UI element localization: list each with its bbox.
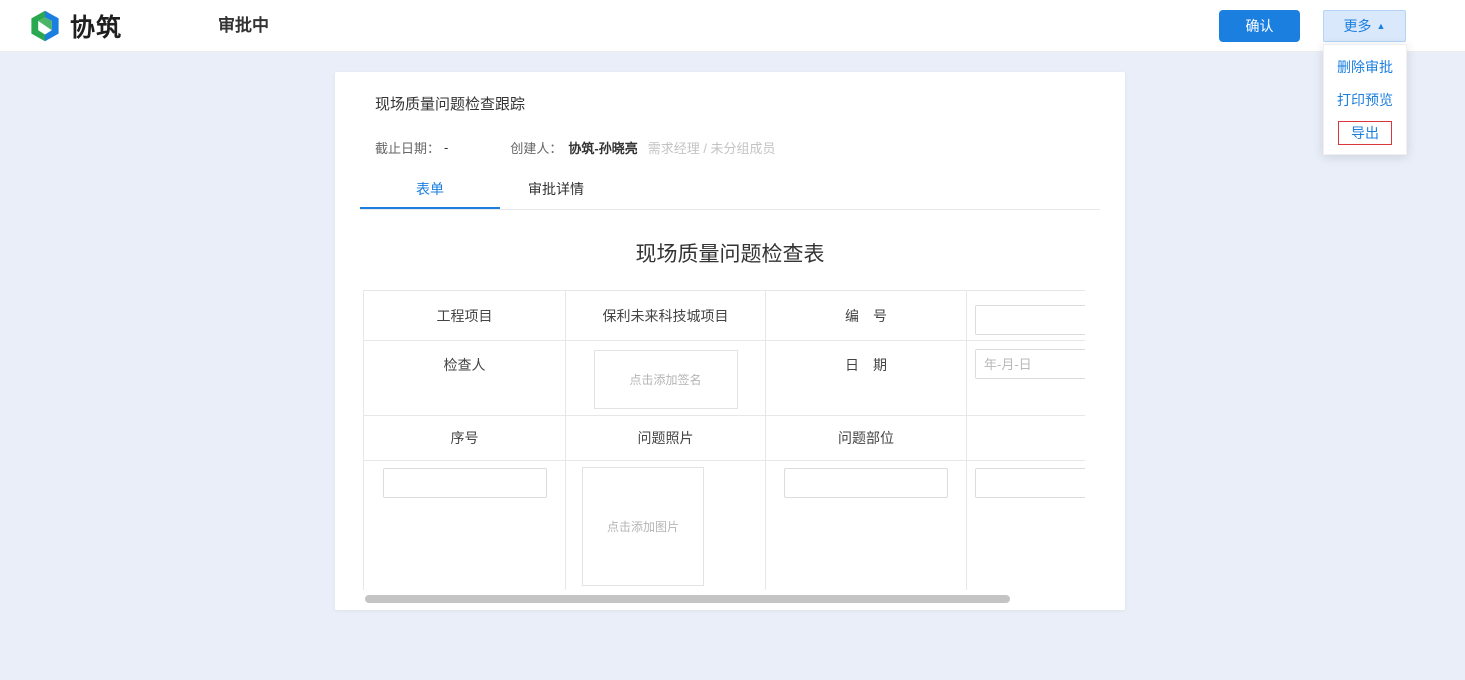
table-row: 点击添加图片 (364, 461, 1086, 591)
tab-approval-details[interactable]: 审批详情 (500, 172, 612, 209)
horizontal-scrollbar-thumb[interactable] (365, 595, 1010, 603)
creator-tags: 需求经理 / 未分组成员 (648, 138, 776, 157)
form-title: 现场质量问题检查表 (335, 238, 1125, 268)
caret-up-icon: ▲ (1377, 22, 1386, 31)
description-column-header: 问题描述 (967, 416, 1086, 461)
creator-group: 创建人： 协筑-孙晓亮 需求经理 / 未分组成员 (510, 138, 775, 157)
table-header-row: 序号 问题照片 问题部位 问题描述 (364, 416, 1086, 461)
tabs-divider (360, 209, 1100, 210)
form-table-viewport: 工程项目 保利未来科技城项目 编 号 检查人 点击添加签名 日 期 序号 问 (363, 290, 1085, 590)
confirm-button[interactable]: 确认 (1219, 10, 1300, 42)
app-logo: 协筑 (28, 8, 122, 44)
description-input[interactable] (975, 468, 1085, 498)
description-input-cell (967, 461, 1086, 591)
signature-cell: 点击添加签名 (566, 341, 766, 416)
date-label-cell: 日 期 (766, 341, 967, 416)
photo-cell: 点击添加图片 (566, 461, 766, 591)
number-input[interactable] (975, 305, 1085, 335)
menu-item-print-preview[interactable]: 打印预览 (1324, 83, 1406, 116)
location-input[interactable] (784, 468, 948, 498)
more-button-label: 更多 (1344, 16, 1372, 36)
approval-meta-row: 截止日期： - 创建人： 协筑-孙晓亮 需求经理 / 未分组成员 (375, 138, 776, 157)
location-column-header: 问题部位 (766, 416, 967, 461)
menu-item-label-highlighted: 导出 (1338, 121, 1392, 145)
seq-input[interactable] (383, 468, 547, 498)
page-title: 审批中 (218, 0, 269, 52)
approval-title: 现场质量问题检查跟踪 (375, 93, 525, 114)
date-input-cell (967, 341, 1086, 416)
logo-text: 协筑 (70, 8, 122, 44)
project-value-cell: 保利未来科技城项目 (566, 291, 766, 341)
inspection-form-table: 工程项目 保利未来科技城项目 编 号 检查人 点击添加签名 日 期 序号 问 (363, 290, 1085, 590)
menu-item-delete-approval[interactable]: 删除审批 (1324, 50, 1406, 83)
location-input-cell (766, 461, 967, 591)
deadline-label: 截止日期： (375, 138, 440, 157)
logo-hexagon-icon (28, 8, 62, 44)
project-label-cell: 工程项目 (364, 291, 566, 341)
top-bar: 协筑 审批中 确认 更多 ▲ 删除审批 打印预览 导出 (0, 0, 1465, 52)
creator-label: 创建人： (510, 138, 562, 157)
approval-detail-card: 现场质量问题检查跟踪 截止日期： - 创建人： 协筑-孙晓亮 需求经理 / 未分… (335, 72, 1125, 610)
menu-item-label: 打印预览 (1337, 90, 1393, 110)
number-input-cell (967, 291, 1086, 341)
more-button[interactable]: 更多 ▲ (1323, 10, 1406, 42)
table-row: 工程项目 保利未来科技城项目 编 号 (364, 291, 1086, 341)
tab-bar: 表单 审批详情 (360, 172, 612, 209)
menu-item-export[interactable]: 导出 (1324, 116, 1406, 149)
number-label-cell: 编 号 (766, 291, 967, 341)
seq-column-header: 序号 (364, 416, 566, 461)
creator-name: 协筑-孙晓亮 (568, 138, 637, 157)
photo-column-header: 问题照片 (566, 416, 766, 461)
more-dropdown-menu: 删除审批 打印预览 导出 (1323, 44, 1407, 155)
tab-form[interactable]: 表单 (360, 172, 500, 209)
deadline-value: - (444, 140, 448, 155)
date-input[interactable] (975, 349, 1085, 379)
add-signature-button[interactable]: 点击添加签名 (594, 350, 738, 409)
menu-item-label: 删除审批 (1337, 57, 1393, 77)
seq-input-cell (364, 461, 566, 591)
add-photo-button[interactable]: 点击添加图片 (582, 467, 704, 586)
inspector-label-cell: 检查人 (364, 341, 566, 416)
table-row: 检查人 点击添加签名 日 期 (364, 341, 1086, 416)
